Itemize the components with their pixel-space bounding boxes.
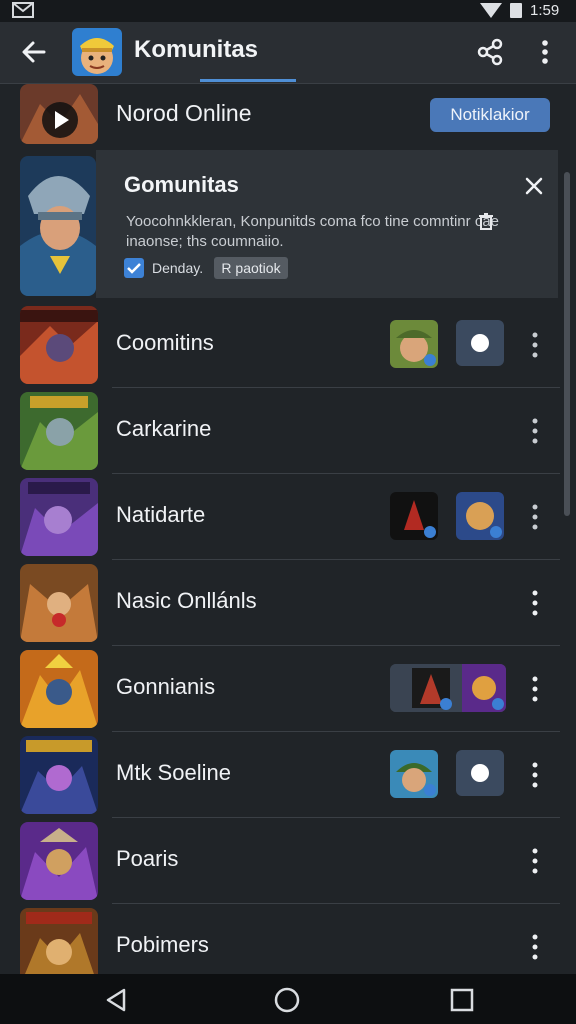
list-item[interactable]: Carkarine xyxy=(0,388,560,474)
game-mini-icon xyxy=(390,492,438,540)
game-thumbnail xyxy=(20,84,98,144)
signal-icon xyxy=(480,3,502,18)
record-icon xyxy=(471,764,489,782)
mail-notification-icon xyxy=(12,2,34,18)
notification-button[interactable]: Notiklakior xyxy=(430,98,550,132)
tab-indicator xyxy=(200,79,296,82)
list-item[interactable]: Natidarte xyxy=(0,474,560,560)
more-vertical-icon[interactable] xyxy=(526,587,544,619)
arrow-left-icon[interactable] xyxy=(20,38,48,66)
list-item[interactable]: Mtk Soeline xyxy=(0,732,560,818)
community-list: Norod Online Notiklakior Gomunitas Yooco… xyxy=(0,84,576,974)
game-thumbnail xyxy=(20,564,98,642)
game-thumbnail xyxy=(20,650,98,728)
tag-chip[interactable]: R paotiok xyxy=(214,257,288,279)
more-vertical-icon[interactable] xyxy=(526,759,544,791)
checkbox-label: Denday. xyxy=(152,260,204,276)
checkbox[interactable] xyxy=(124,258,144,278)
more-vertical-icon[interactable] xyxy=(526,845,544,877)
list-item[interactable]: Poaris xyxy=(0,818,560,904)
list-item-label: Mtk Soeline xyxy=(116,760,231,785)
game-thumbnail xyxy=(20,822,98,900)
game-thumbnail xyxy=(20,478,98,556)
home-circle-icon[interactable] xyxy=(273,986,301,1014)
community-info-panel: Gomunitas Yoocohnkkleran, Konpunitds com… xyxy=(96,150,558,298)
recents-square-icon[interactable] xyxy=(448,986,476,1014)
game-mini-icon xyxy=(390,320,438,368)
list-item[interactable]: Gonnianis xyxy=(0,646,560,732)
list-item-label: Coomitins xyxy=(116,330,214,355)
list-item-label: Nasic Onllánls xyxy=(116,588,257,613)
list-item[interactable]: Pobimers xyxy=(0,904,560,974)
close-icon[interactable] xyxy=(524,176,544,196)
list-item[interactable]: Nasic Onllánls xyxy=(0,560,560,646)
game-thumbnail xyxy=(20,306,98,384)
checkmark-icon xyxy=(127,263,141,274)
more-vertical-icon[interactable] xyxy=(526,501,544,533)
trash-icon[interactable] xyxy=(478,212,494,230)
record-icon xyxy=(471,334,489,352)
list-item-label: Carkarine xyxy=(116,416,212,441)
list-item-label: Norod Online xyxy=(116,100,252,126)
screen: 1:59 Komunitas Norod Online Notiklakior … xyxy=(0,0,576,1024)
app-bar: Komunitas xyxy=(0,22,576,84)
game-mini-icon xyxy=(390,750,438,798)
panel-title: Gomunitas xyxy=(124,172,239,197)
list-item[interactable]: Coomitins xyxy=(0,302,560,388)
more-vertical-icon[interactable] xyxy=(526,415,544,447)
list-item-label: Pobimers xyxy=(116,932,209,957)
game-thumbnail xyxy=(20,392,98,470)
list-item-label: Natidarte xyxy=(116,502,206,527)
list-item-label: Poaris xyxy=(116,846,179,871)
more-vertical-icon[interactable] xyxy=(526,329,544,361)
more-vertical-icon[interactable] xyxy=(526,931,544,963)
list-item[interactable]: Norod Online Notiklakior xyxy=(0,84,560,148)
game-mini-icon xyxy=(456,492,504,540)
back-triangle-icon[interactable] xyxy=(102,986,130,1014)
game-thumbnail xyxy=(20,908,98,974)
more-vertical-icon[interactable] xyxy=(532,38,558,66)
list-item-label: Gonnianis xyxy=(116,674,216,699)
navigation-bar xyxy=(0,974,576,1024)
battery-icon xyxy=(510,3,522,18)
panel-description: Yoocohnkkleran, Konpunitds coma fco tine… xyxy=(126,213,500,250)
page-title: Komunitas xyxy=(134,36,259,63)
community-logo xyxy=(72,28,122,76)
game-thumbnail xyxy=(20,736,98,814)
scrollbar[interactable] xyxy=(564,172,570,516)
status-time: 1:59 xyxy=(530,2,560,19)
featured-game-thumbnail xyxy=(20,156,96,296)
status-bar: 1:59 xyxy=(0,0,576,22)
record-button[interactable] xyxy=(456,320,504,366)
game-mini-icon-pair xyxy=(390,664,506,712)
share-icon[interactable] xyxy=(476,38,504,66)
more-vertical-icon[interactable] xyxy=(526,673,544,705)
record-button[interactable] xyxy=(456,750,504,796)
